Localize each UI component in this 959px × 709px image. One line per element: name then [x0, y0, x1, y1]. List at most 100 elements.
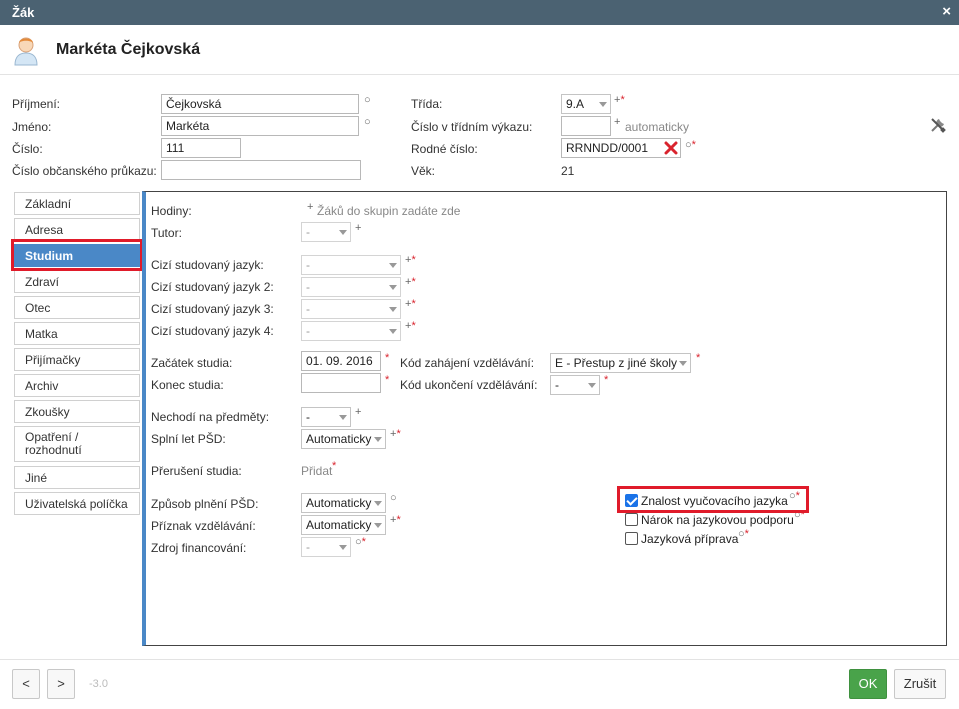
- chevron-down-icon: [588, 383, 596, 388]
- tab-zkousky[interactable]: Zkoušky: [14, 400, 140, 423]
- tab-archiv[interactable]: Archiv: [14, 374, 140, 397]
- tab-otec[interactable]: Otec: [14, 296, 140, 319]
- register-number-marker: +: [614, 116, 621, 128]
- psd-years-marker: +*: [390, 428, 401, 440]
- chevron-down-icon: [389, 285, 397, 290]
- jazyk3-select[interactable]: -: [301, 299, 401, 319]
- class-marker: +*: [614, 94, 625, 106]
- surname-input[interactable]: Čejkovská: [161, 94, 359, 114]
- prev-button[interactable]: <: [12, 669, 40, 699]
- education-flag-label: Příznak vzdělávání:: [151, 519, 256, 533]
- tutor-select[interactable]: -: [301, 222, 351, 242]
- subjects-label: Nechodí na předměty:: [151, 410, 270, 424]
- jazyk3-label: Cizí studovaný jazyk 3:: [151, 302, 274, 316]
- next-button[interactable]: >: [47, 669, 75, 699]
- tutor-marker: +: [355, 222, 362, 234]
- window-titlebar: Žák ×: [0, 0, 959, 25]
- user-avatar-icon: [12, 34, 40, 66]
- narok-checkbox[interactable]: [625, 513, 638, 526]
- window-title: Žák: [12, 5, 35, 20]
- priprava-checkbox[interactable]: [625, 532, 638, 545]
- student-name: Markéta Čejkovská: [56, 41, 201, 58]
- close-icon[interactable]: ×: [942, 3, 951, 20]
- class-select[interactable]: 9.A: [561, 94, 611, 114]
- tab-uzivatelska-policka[interactable]: Uživatelská políčka: [14, 492, 140, 515]
- chevron-down-icon: [389, 329, 397, 334]
- funding-marker: ○*: [355, 536, 366, 548]
- znalost-highlight: [617, 486, 809, 513]
- interruption-add-link[interactable]: Přidat: [301, 464, 332, 478]
- end-date-marker: *: [385, 374, 390, 386]
- start-code-select[interactable]: E - Přestup z jiné školy: [550, 353, 691, 373]
- class-label: Třída:: [411, 97, 443, 111]
- firstname-input[interactable]: Markéta: [161, 116, 359, 136]
- chevron-down-icon: [374, 523, 382, 528]
- number-label: Číslo:: [12, 142, 43, 156]
- tab-adresa[interactable]: Adresa: [14, 218, 140, 241]
- psd-years-select[interactable]: Automaticky: [301, 429, 386, 449]
- tab-matka[interactable]: Matka: [14, 322, 140, 345]
- hodiny-marker: +: [307, 201, 314, 213]
- birth-number-input[interactable]: RRNNDD/0001: [561, 138, 681, 158]
- footer-divider: [0, 659, 959, 660]
- jazyk2-label: Cizí studovaný jazyk 2:: [151, 280, 274, 294]
- narok-label: Nárok na jazykovou podporu: [641, 513, 794, 527]
- interruption-label: Přerušení studia:: [151, 464, 242, 478]
- subjects-select[interactable]: -: [301, 407, 351, 427]
- chevron-down-icon: [599, 102, 607, 107]
- birth-number-marker: ○*: [685, 139, 696, 151]
- header-divider: [0, 74, 959, 75]
- id-card-label: Číslo občanského průkazu:: [12, 164, 157, 178]
- tab-jine[interactable]: Jiné: [14, 466, 140, 489]
- hodiny-link[interactable]: Žáků do skupin zadáte zde: [317, 204, 460, 218]
- jazyk2-select[interactable]: -: [301, 277, 401, 297]
- priprava-marker: ○*: [738, 528, 749, 540]
- chevron-down-icon: [679, 361, 687, 366]
- end-code-label: Kód ukončení vzdělávání:: [400, 378, 538, 392]
- chevron-down-icon: [374, 501, 382, 506]
- tab-zakladni[interactable]: Základní: [14, 192, 140, 215]
- surname-marker: ○: [364, 94, 371, 106]
- end-code-select[interactable]: -: [550, 375, 600, 395]
- surname-label: Příjmení:: [12, 97, 61, 111]
- tab-opatreni[interactable]: Opatření / rozhodnutí: [14, 426, 140, 462]
- birth-number-label: Rodné číslo:: [411, 142, 478, 156]
- jazyk1-select[interactable]: -: [301, 255, 401, 275]
- start-code-marker: *: [696, 352, 701, 364]
- jazyk4-marker: +*: [405, 320, 416, 332]
- start-code-label: Kód zahájení vzdělávání:: [400, 356, 535, 370]
- tools-icon[interactable]: [929, 116, 947, 134]
- jazyk1-marker: +*: [405, 254, 416, 266]
- chevron-down-icon: [389, 307, 397, 312]
- tab-zdravi[interactable]: Zdraví: [14, 270, 140, 293]
- start-date-input[interactable]: 01. 09. 2016: [301, 351, 381, 371]
- psd-mode-select[interactable]: Automaticky: [301, 493, 386, 513]
- end-date-input[interactable]: [301, 373, 381, 393]
- version-label: -3.0: [89, 678, 108, 690]
- ok-button[interactable]: OK: [849, 669, 887, 699]
- birth-number-invalid-icon[interactable]: [664, 141, 678, 155]
- chevron-down-icon: [389, 263, 397, 268]
- priprava-label: Jazyková příprava: [641, 532, 739, 546]
- tab-prijimacky[interactable]: Přijímačky: [14, 348, 140, 371]
- chevron-down-icon: [339, 545, 347, 550]
- register-number-label: Číslo v třídním výkazu:: [411, 120, 533, 134]
- age-value: 21: [561, 164, 575, 178]
- id-card-input[interactable]: [161, 160, 361, 180]
- jazyk2-marker: +*: [405, 276, 416, 288]
- register-number-input[interactable]: [561, 116, 611, 136]
- psd-years-label: Splní let PŠD:: [151, 432, 226, 446]
- start-date-label: Začátek studia:: [151, 356, 233, 370]
- tutor-label: Tutor:: [151, 226, 182, 240]
- education-flag-select[interactable]: Automaticky: [301, 515, 386, 535]
- firstname-marker: ○: [364, 116, 371, 128]
- number-input[interactable]: 111: [161, 138, 241, 158]
- age-label: Věk:: [411, 164, 436, 178]
- cancel-button[interactable]: Zrušit: [894, 669, 946, 699]
- subjects-marker: +: [355, 406, 362, 418]
- studium-tab-highlight: [11, 239, 143, 271]
- chevron-down-icon: [374, 437, 382, 442]
- jazyk4-select[interactable]: -: [301, 321, 401, 341]
- funding-label: Zdroj financování:: [151, 541, 247, 555]
- funding-select[interactable]: -: [301, 537, 351, 557]
